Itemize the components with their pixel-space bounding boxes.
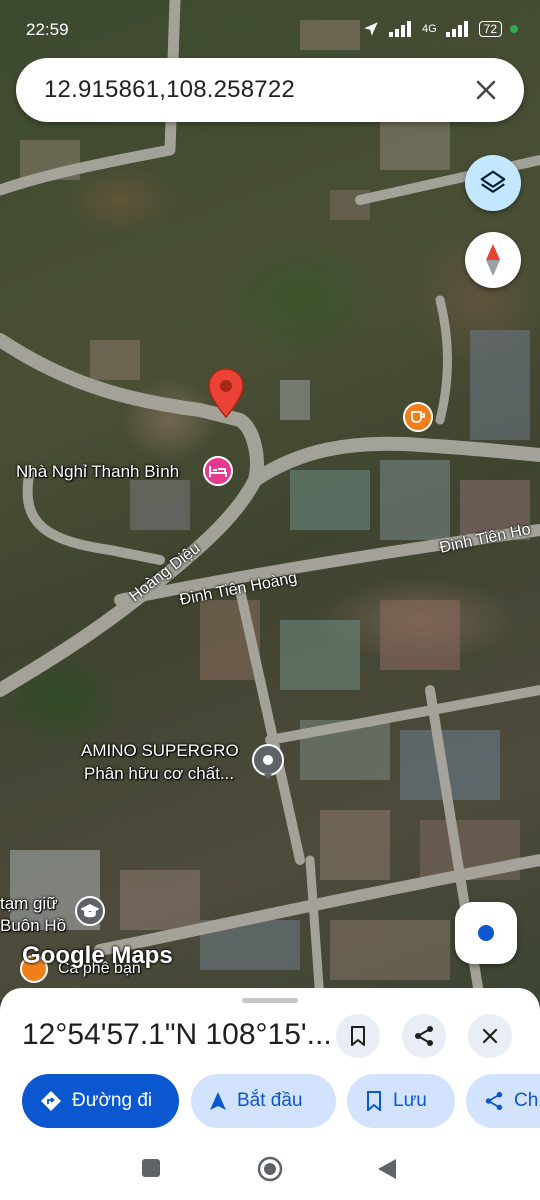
- map-pin-icon[interactable]: [207, 367, 245, 419]
- sheet-title: 12°54'57.1"N 108°15'...: [22, 1018, 332, 1051]
- status-icons: 4G 72: [362, 20, 518, 38]
- bookmark-icon: [367, 1091, 381, 1111]
- navigation-arrow-icon: [210, 1092, 226, 1110]
- my-location-button[interactable]: [455, 902, 517, 964]
- back-icon[interactable]: [376, 1157, 398, 1181]
- bookmark-icon: [351, 1026, 365, 1046]
- status-bar: 22:59 4G 72: [0, 0, 540, 60]
- satellite-map[interactable]: 22:59 4G 72 12.915861,108.258722 Nhà Ngh…: [0, 0, 540, 1000]
- share-button[interactable]: Ch: [466, 1074, 540, 1128]
- location-arrow-icon: [364, 22, 378, 36]
- signal-icon: [388, 21, 411, 37]
- save-label: Lưu: [393, 1090, 427, 1111]
- start-button[interactable]: Bắt đầu: [191, 1074, 336, 1128]
- google-maps-watermark: Google Maps: [22, 942, 173, 969]
- battery-level: 72: [478, 21, 502, 37]
- share-icon: [415, 1026, 433, 1046]
- map-roads: [0, 0, 540, 1000]
- place-marker-icon[interactable]: [251, 743, 285, 781]
- compass-icon: [486, 244, 500, 276]
- layers-button[interactable]: [465, 155, 521, 211]
- close-icon[interactable]: [468, 72, 504, 108]
- directions-button[interactable]: Đường đi: [22, 1074, 179, 1128]
- place-label-guesthouse[interactable]: Nhà Nghỉ Thanh Bình: [16, 462, 179, 482]
- place-label-amino-sub[interactable]: Phân hữu cơ chất...: [84, 764, 234, 784]
- status-time: 22:59: [26, 20, 69, 39]
- home-icon[interactable]: [256, 1155, 284, 1183]
- share-label: Ch: [514, 1090, 539, 1111]
- my-location-icon: [478, 925, 494, 941]
- system-nav-bar: [0, 1148, 540, 1200]
- share-icon: [485, 1091, 503, 1111]
- place-label-school[interactable]: tạm giữ: [0, 894, 58, 914]
- dot-icon: [510, 25, 518, 33]
- place-label-amino[interactable]: AMINO SUPERGRO: [81, 741, 239, 761]
- start-label: Bắt đầu: [237, 1090, 303, 1111]
- recents-icon[interactable]: [141, 1158, 161, 1178]
- close-icon: [482, 1028, 498, 1044]
- hotel-icon[interactable]: [203, 456, 233, 486]
- search-query[interactable]: 12.915861,108.258722: [44, 76, 295, 104]
- close-sheet-button[interactable]: [468, 1014, 512, 1058]
- directions-label: Đường đi: [72, 1090, 153, 1111]
- signal-icon: [445, 21, 468, 37]
- layers-icon: [480, 170, 506, 193]
- action-chips: Đường đi Bắt đầu Lưu Ch: [22, 1074, 540, 1128]
- place-label-school-sub[interactable]: Buôn Hồ: [0, 916, 66, 936]
- save-icon-button[interactable]: [336, 1014, 380, 1058]
- cafe-icon[interactable]: [403, 402, 433, 432]
- school-icon[interactable]: [75, 896, 105, 926]
- directions-icon: [41, 1091, 61, 1111]
- compass-button[interactable]: [465, 232, 521, 288]
- share-icon-button[interactable]: [402, 1014, 446, 1058]
- network-type: 4G: [421, 23, 437, 35]
- save-button[interactable]: Lưu: [347, 1074, 455, 1128]
- drag-handle[interactable]: [242, 998, 298, 1003]
- search-box[interactable]: 12.915861,108.258722: [16, 58, 524, 122]
